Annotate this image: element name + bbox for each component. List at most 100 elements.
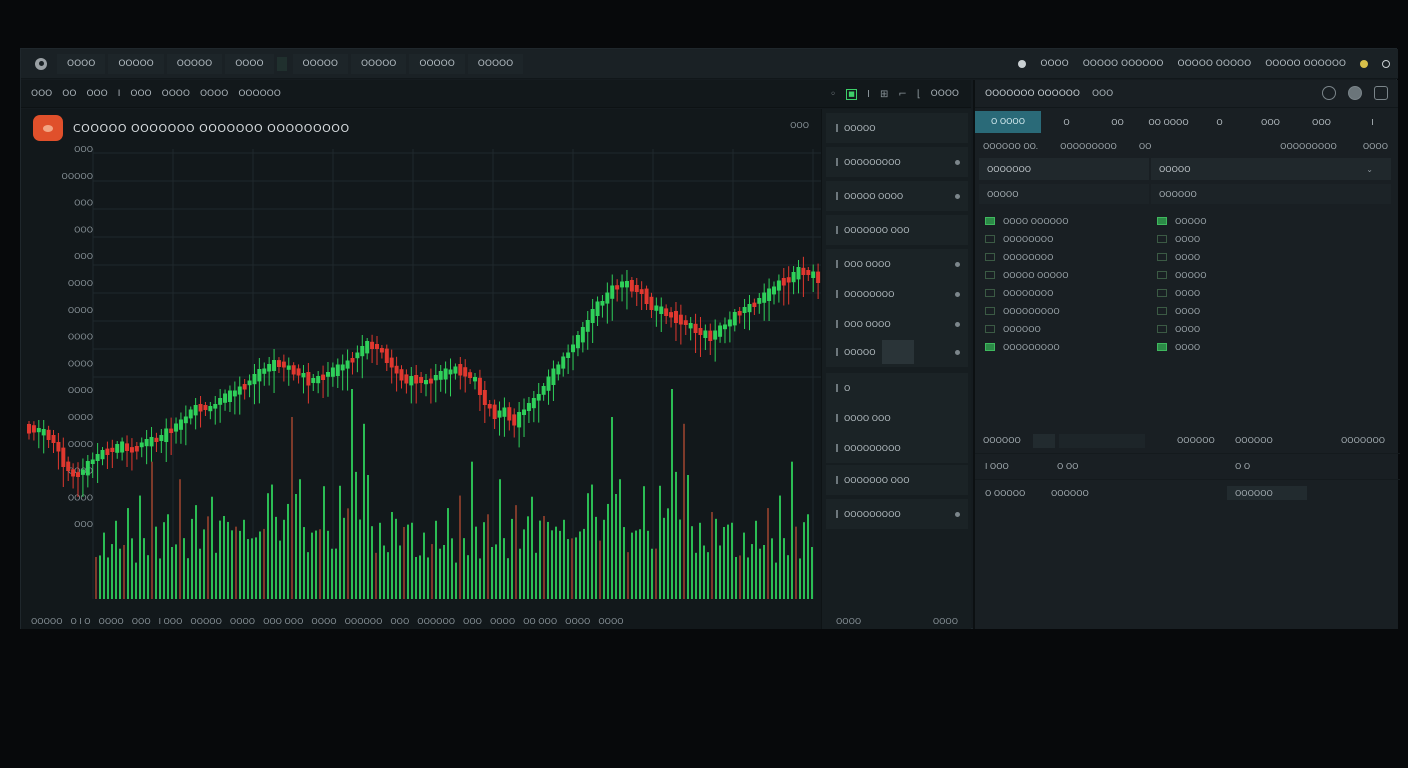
trade-tab-6[interactable]: OOO	[1245, 118, 1296, 127]
sub-label-4[interactable]: OOOOOOOOO	[1280, 142, 1337, 151]
chart-corner-label[interactable]: OOO	[790, 121, 809, 130]
right-column-head[interactable]: OOOOO ⌄	[1151, 158, 1391, 180]
trade-tab-5[interactable]: O	[1194, 118, 1245, 127]
refresh-icon[interactable]	[1322, 86, 1336, 100]
checkbox-icon[interactable]	[1157, 325, 1167, 333]
top-right-item-2[interactable]: OOOOO OOOOOO	[1083, 59, 1164, 69]
checkbox-icon[interactable]	[985, 307, 995, 315]
checkbox-icon[interactable]	[985, 235, 995, 243]
line-tool-icon[interactable]: I	[867, 89, 870, 100]
checkbox-icon[interactable]	[985, 253, 995, 261]
checklist-row[interactable]: OOOO	[1151, 338, 1391, 356]
nav-item-5[interactable]: OOOOO	[292, 53, 348, 74]
checklist-row[interactable]: OOOOO	[1151, 266, 1391, 284]
chart-settings-button[interactable]: OOOO	[931, 89, 959, 99]
checklist-row[interactable]: OOOOOOOO	[979, 248, 1149, 266]
dropdown-icon[interactable]: ⌄	[1366, 165, 1373, 174]
summary-input-2[interactable]	[1059, 434, 1145, 448]
checkbox-icon[interactable]	[1157, 235, 1167, 243]
trade-tab-7[interactable]: OOO	[1296, 118, 1347, 127]
row-dot-icon[interactable]	[955, 511, 960, 517]
nav-item-4[interactable]: OOOO	[225, 53, 274, 74]
row-dot-icon[interactable]	[955, 261, 960, 267]
checklist-row[interactable]: OOOOOOOOO	[979, 338, 1149, 356]
timeframe-4[interactable]: OOO	[130, 89, 151, 99]
checkbox-icon[interactable]	[1157, 271, 1167, 279]
order-book-row[interactable]: OOOOO OOOO	[826, 181, 968, 211]
top-right-item-1[interactable]: OOOO	[1040, 59, 1068, 69]
trade-tab-8[interactable]: I	[1347, 118, 1398, 127]
checklist-row[interactable]: OOOOOOOOO	[979, 302, 1149, 320]
checkbox-icon[interactable]	[1157, 253, 1167, 261]
notification-icon[interactable]	[1360, 60, 1368, 68]
checkbox-icon[interactable]	[1157, 307, 1167, 315]
checklist-row[interactable]: OOOO	[1151, 284, 1391, 302]
checkbox-icon[interactable]	[985, 217, 995, 225]
order-book-row[interactable]: OOOOOOOOO	[826, 433, 968, 463]
trade-tab-4[interactable]: OO OOOO	[1143, 118, 1194, 127]
order-book-row[interactable]: OOOOO	[826, 113, 968, 143]
grid-icon[interactable]: ⊞	[880, 89, 888, 100]
nav-item-7[interactable]: OOOOO	[409, 53, 465, 74]
trade-tab-1[interactable]: O OOOO	[975, 111, 1041, 133]
settings-icon[interactable]	[1382, 60, 1390, 68]
nav-item-6[interactable]: OOOOO	[350, 53, 407, 74]
order-book-row[interactable]: OOOOOOO OOO	[826, 465, 968, 495]
order-book-row[interactable]: O	[826, 373, 968, 403]
checkbox-icon[interactable]	[1157, 343, 1167, 351]
order-book-row[interactable]: OOOOO	[826, 337, 968, 367]
checklist-row[interactable]: OOOO OOOOOO	[979, 212, 1149, 230]
checkbox-icon[interactable]	[985, 325, 995, 333]
timeframe-6[interactable]: OOOO	[200, 89, 228, 99]
expand-icon[interactable]	[1374, 86, 1388, 100]
sub-label-5[interactable]: OOOO	[1363, 142, 1388, 151]
row-dot-icon[interactable]	[955, 321, 960, 327]
order-book-row[interactable]: OOO OOOO	[826, 249, 968, 279]
order-book-row[interactable]: OOOOOOOOO	[826, 147, 968, 177]
trade-tab-3[interactable]: OO	[1092, 118, 1143, 127]
row-dot-icon[interactable]	[955, 159, 960, 165]
checklist-row[interactable]: OOOO	[1151, 320, 1391, 338]
left-column-head[interactable]: OOOOOOO	[979, 158, 1149, 180]
checklist-row[interactable]: OOOOOOOO	[979, 284, 1149, 302]
checklist-row[interactable]: OOOOOO	[979, 320, 1149, 338]
summary-input-1[interactable]	[1033, 434, 1055, 448]
checklist-row[interactable]: OOOOOOOO	[979, 230, 1149, 248]
trade-tab-2[interactable]: O	[1041, 118, 1092, 127]
price-chart[interactable]: OOO OOOOO OOO OOO OOO OOOO OOOO OOOO OOOO OOOO OOO…	[21, 109, 821, 629]
candle-mode-icon[interactable]: ■	[846, 88, 858, 100]
order-book-row[interactable]: OOOOOOOOO	[826, 499, 968, 529]
row-dot-icon[interactable]	[955, 193, 960, 199]
bracket-icon[interactable]: ⌊	[917, 89, 921, 100]
checklist-row[interactable]: OOOO	[1151, 248, 1391, 266]
sub-label-2[interactable]: OOOOOOOOO	[1060, 142, 1117, 151]
checkbox-icon[interactable]	[1157, 289, 1167, 297]
timeframe-3[interactable]: OOO	[86, 89, 107, 99]
indicators-button[interactable]: OOOOOO	[238, 89, 281, 99]
timeframe-1[interactable]: OOO	[31, 89, 52, 99]
order-book-row[interactable]: OOOOOOO OOO	[826, 215, 968, 245]
checkbox-icon[interactable]	[985, 289, 995, 297]
order-book-row[interactable]: OOOO OOO	[826, 403, 968, 433]
checkbox-icon[interactable]	[985, 271, 995, 279]
checklist-row[interactable]: OOOO	[1151, 302, 1391, 320]
timeframe-5[interactable]: OOOO	[162, 89, 190, 99]
checkbox-icon[interactable]	[985, 343, 995, 351]
app-logo-icon[interactable]	[35, 57, 47, 70]
nav-item-1[interactable]: OOOO	[57, 53, 106, 74]
row-dot-icon[interactable]	[955, 349, 960, 355]
nav-item-2[interactable]: OOOOO	[108, 53, 164, 74]
toggle-icon[interactable]	[1348, 86, 1362, 100]
nav-item-3[interactable]: OOOOO	[166, 53, 223, 74]
timeframe-2[interactable]: OO	[62, 89, 76, 99]
checklist-row[interactable]: OOOOO OOOOO	[979, 266, 1149, 284]
row-dot-icon[interactable]	[955, 291, 960, 297]
checkbox-icon[interactable]	[1157, 217, 1167, 225]
checklist-row[interactable]: OOOOO	[1151, 212, 1391, 230]
checklist-row[interactable]: OOOO	[1151, 230, 1391, 248]
corner-icon[interactable]: ⌐	[898, 89, 906, 100]
order-book-row[interactable]: OOO OOOO	[826, 309, 968, 339]
crosshair-icon[interactable]: ◦	[830, 89, 836, 100]
top-right-item-4[interactable]: OOOOO OOOOOO	[1265, 59, 1346, 69]
candlestick-chart-svg[interactable]: OOOOOOOOOOOOOOOOOOOOOOOOOOOOOOOOOOOOOOOO…	[21, 109, 821, 629]
